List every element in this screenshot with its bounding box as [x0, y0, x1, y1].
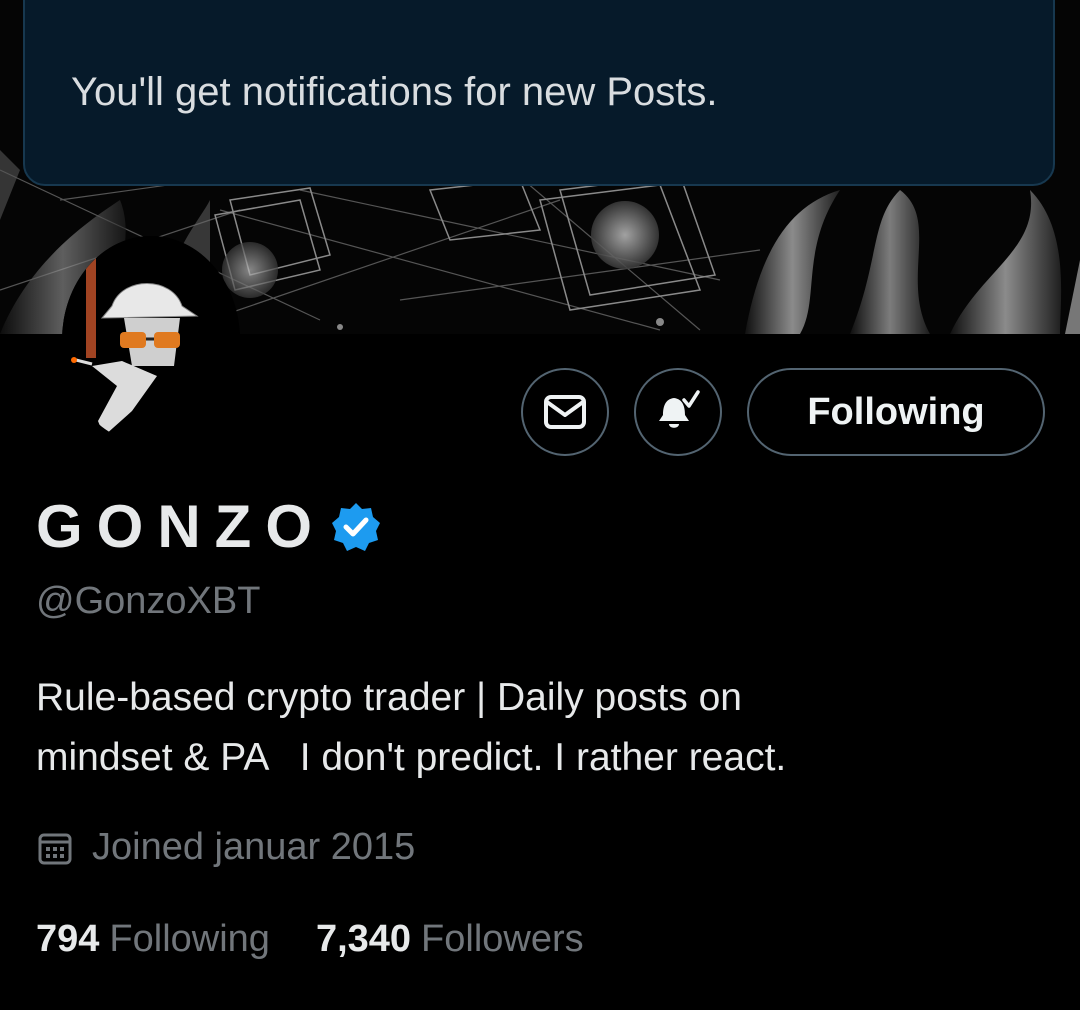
joined-date-row: Joined januar 2015 — [36, 826, 415, 869]
following-label: Following — [109, 918, 270, 960]
following-count: 794 — [36, 918, 100, 960]
display-name-row: GONZO — [36, 492, 382, 561]
user-handle: @GonzoXBT — [36, 580, 261, 622]
following-count-link[interactable]: 794 Following — [36, 918, 270, 961]
toast-message: You'll get notifications for new Posts. — [71, 70, 718, 114]
profile-stats: 794 Following 7,340 Followers — [36, 918, 630, 961]
display-name: GONZO — [36, 493, 326, 560]
notification-toast[interactable]: You'll get notifications for new Posts. — [23, 0, 1055, 186]
calendar-icon — [38, 833, 72, 864]
message-button[interactable] — [521, 368, 609, 456]
bell-check-icon — [659, 390, 700, 428]
avatar-image — [62, 236, 240, 444]
following-button-label: Following — [807, 390, 985, 433]
notifications-button[interactable] — [634, 368, 722, 456]
profile-bio: Rule-based crypto trader | Daily posts o… — [36, 676, 787, 779]
verified-badge-icon[interactable] — [330, 501, 382, 553]
followers-label: Followers — [421, 918, 584, 960]
mail-icon — [544, 395, 586, 429]
followers-count-link[interactable]: 7,340 Followers — [316, 918, 584, 961]
joined-date: Joined januar 2015 — [92, 826, 416, 868]
following-button[interactable]: Following — [747, 368, 1045, 456]
followers-count: 7,340 — [315, 918, 412, 960]
avatar[interactable] — [62, 236, 240, 444]
